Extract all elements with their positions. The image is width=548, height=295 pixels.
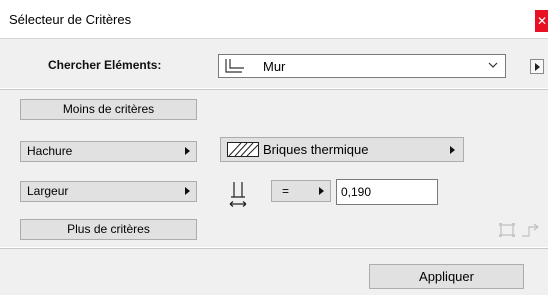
hatch-criterion-label: Hachure bbox=[27, 144, 73, 158]
triangle-right-icon bbox=[185, 187, 190, 195]
hatch-criterion-button[interactable]: Hachure bbox=[20, 141, 197, 162]
width-criterion-label: Largeur bbox=[27, 184, 69, 198]
select-frame-icon[interactable] bbox=[499, 223, 515, 237]
footer-panel: Appliquer bbox=[0, 248, 548, 295]
apply-button[interactable]: Appliquer bbox=[369, 264, 524, 289]
triangle-right-icon bbox=[450, 146, 455, 154]
chevron-down-icon bbox=[488, 62, 498, 68]
wall-icon bbox=[225, 59, 244, 73]
close-button[interactable]: ✕ bbox=[535, 10, 548, 32]
operator-value: = bbox=[282, 184, 290, 198]
width-dimension-icon bbox=[229, 182, 247, 207]
fewer-criteria-button[interactable]: Moins de critères bbox=[20, 99, 197, 120]
triangle-right-icon bbox=[185, 147, 190, 155]
title-bar: Sélecteur de Critères ✕ bbox=[0, 0, 548, 38]
element-type-select[interactable]: Mur bbox=[218, 54, 506, 78]
find-elements-label: Chercher Eléments: bbox=[48, 58, 162, 72]
criteria-panel: Moins de critères Hachure Briques thermi… bbox=[0, 89, 548, 247]
expand-arrow-button[interactable] bbox=[530, 59, 544, 74]
width-value-input[interactable]: 0,190 bbox=[336, 179, 438, 205]
triangle-right-icon bbox=[319, 187, 324, 195]
hatch-pattern-icon bbox=[227, 142, 259, 157]
select-path-icon[interactable] bbox=[522, 223, 539, 237]
close-icon: ✕ bbox=[536, 14, 547, 28]
hatch-value-button[interactable]: Briques thermique bbox=[220, 137, 464, 162]
element-type-value: Mur bbox=[263, 59, 286, 74]
width-criterion-button[interactable]: Largeur bbox=[20, 181, 197, 202]
selection-icons bbox=[499, 223, 539, 237]
hatch-value-label: Briques thermique bbox=[263, 142, 369, 157]
more-criteria-button[interactable]: Plus de critères bbox=[20, 219, 197, 240]
window-title: Sélecteur de Critères bbox=[9, 12, 132, 27]
operator-button[interactable]: = bbox=[271, 180, 331, 202]
find-elements-panel: Chercher Eléments: Mur bbox=[0, 38, 548, 88]
